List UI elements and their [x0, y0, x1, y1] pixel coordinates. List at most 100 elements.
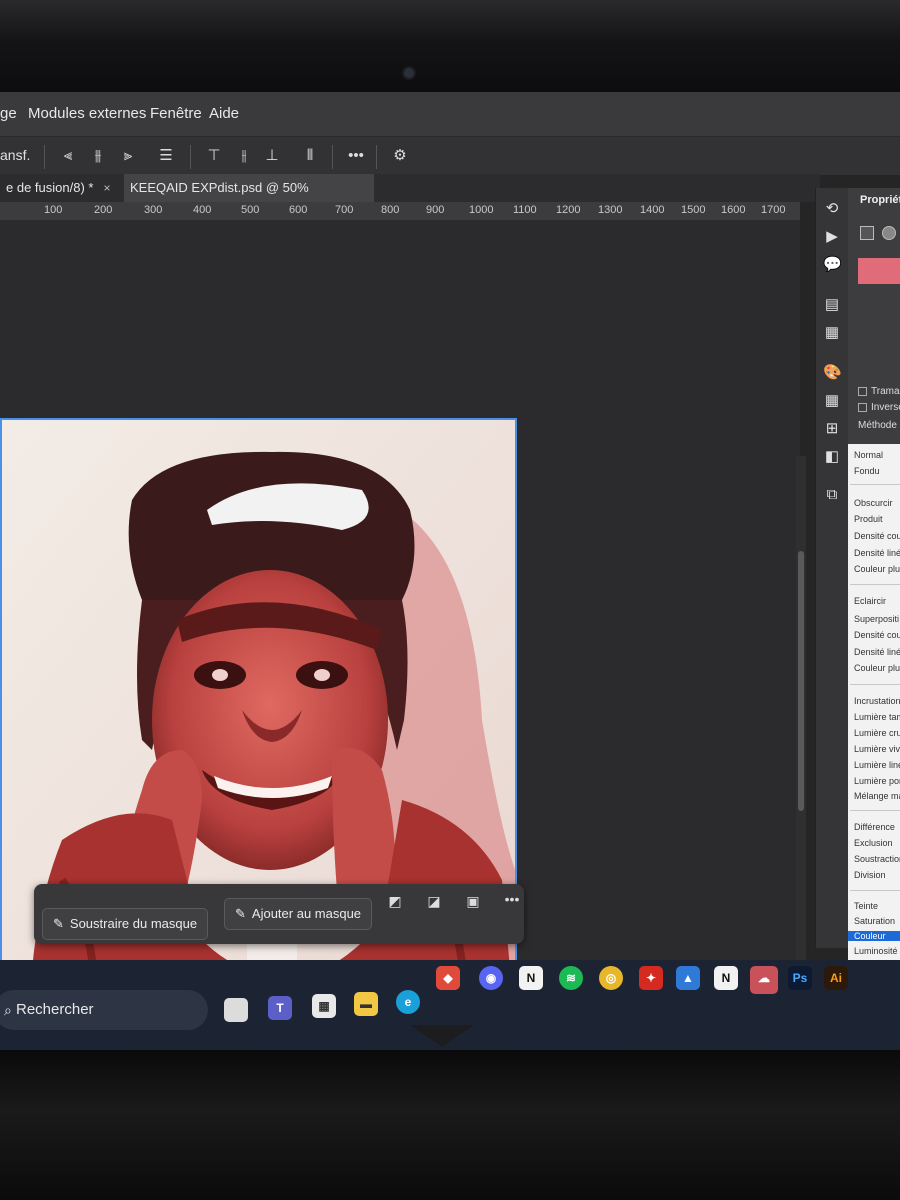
checkbox-invert[interactable]: Inverse	[858, 402, 900, 413]
divider	[850, 810, 900, 811]
gear-icon[interactable]: ⚙	[390, 146, 410, 166]
align-center-h-icon[interactable]: ⫵	[88, 146, 108, 166]
menu-item-help[interactable]: Aide	[209, 105, 239, 122]
mask-invert-icon[interactable]: ◩	[386, 892, 404, 910]
mask-pixel-icon[interactable]	[860, 226, 874, 240]
notion-icon-2[interactable]: N	[714, 966, 738, 990]
blend-mode-item[interactable]: Incrustation	[854, 696, 900, 706]
blend-mode-item[interactable]: Densité coul	[854, 630, 900, 640]
comment-icon[interactable]: 💬	[823, 256, 842, 274]
align-bottom-icon[interactable]: ⊥	[262, 146, 282, 166]
photos-icon[interactable]: ▲	[676, 966, 700, 990]
close-icon[interactable]: ×	[103, 181, 110, 195]
blend-mode-item[interactable]: Saturation	[854, 916, 895, 926]
menu-item-partial[interactable]: ge	[0, 105, 17, 122]
ruler-tick: 1000	[469, 204, 494, 216]
ruler-tick: 1300	[598, 204, 623, 216]
ruler-tick: 1600	[721, 204, 746, 216]
blend-mode-item[interactable]: Lumière tam	[854, 712, 900, 722]
teams-icon[interactable]: T	[268, 996, 292, 1020]
blend-mode-item[interactable]: Mélange ma	[854, 791, 900, 801]
distribute-v-icon[interactable]: ⫴	[300, 146, 320, 166]
color-swatch[interactable]	[858, 258, 900, 284]
checkbox-label: Inverse	[871, 402, 900, 413]
layers-icon[interactable]: ⧉	[823, 486, 841, 504]
edge-icon[interactable]: e	[396, 990, 420, 1014]
task-view-icon[interactable]	[224, 998, 248, 1022]
chrome-icon[interactable]: ◎	[599, 966, 623, 990]
blend-mode-item[interactable]: Fondu	[854, 466, 880, 476]
icloud-icon[interactable]: ☁	[750, 966, 778, 994]
blend-mode-item[interactable]: Lumière vive	[854, 744, 900, 754]
add-to-mask-button[interactable]: ✎ Ajouter au masque	[224, 898, 373, 930]
more-options-icon[interactable]: •••	[500, 890, 524, 908]
document-image[interactable]	[0, 418, 517, 1050]
blend-mode-item[interactable]: Densité cou	[854, 531, 900, 541]
screen: ge Modules externes Fenêtre Aide ansf. ⫷…	[0, 92, 900, 1050]
align-top-icon[interactable]: ⊤	[204, 146, 224, 166]
blend-mode-item[interactable]: Superpositi	[854, 614, 899, 624]
notion-icon[interactable]: N	[519, 966, 543, 990]
illustrator-icon[interactable]: Ai	[824, 966, 848, 990]
webcam-lens	[404, 68, 414, 78]
tab-keeqaid-psd[interactable]: KEEQAID EXPdist.psd @ 50% (RVB/8)×	[124, 174, 374, 223]
divider	[850, 684, 900, 685]
blend-mode-item[interactable]: Division	[854, 870, 886, 880]
ruler-tick: 1200	[556, 204, 581, 216]
gradient-icon[interactable]: ◧	[823, 448, 841, 466]
blend-mode-item[interactable]: Lumière pon	[854, 776, 900, 786]
checkbox-dither[interactable]: Tramag	[858, 386, 900, 397]
blend-mode-item[interactable]: Densité liné	[854, 548, 900, 558]
taskbar-search[interactable]: ⌕ Rechercher	[0, 990, 208, 1030]
ruler-tick: 1100	[513, 204, 537, 216]
blend-mode-item[interactable]: Exclusion	[854, 838, 893, 848]
library-icon[interactable]: ▤	[823, 296, 841, 314]
transform-label[interactable]: ansf.	[0, 147, 30, 163]
panel-title: Propriété	[860, 194, 900, 206]
color-palette-icon[interactable]: 🎨	[823, 364, 842, 382]
blend-mode-item[interactable]: Obscurcir	[854, 498, 893, 508]
mask-settings-icon[interactable]: ▣	[464, 892, 482, 910]
tab-fusion-doc[interactable]: e de fusion/8) * ×	[0, 174, 118, 202]
figma-icon[interactable]: ◆	[436, 966, 460, 990]
blend-mode-item-selected[interactable]: Couleur	[848, 931, 900, 941]
mask-fill-icon[interactable]: ◪	[425, 892, 443, 910]
align-middle-v-icon[interactable]: ⫲	[234, 146, 254, 166]
blend-mode-item[interactable]: Soustraction	[854, 854, 900, 864]
mask-vector-icon[interactable]	[882, 226, 896, 240]
acrobat-icon[interactable]: ✦	[639, 966, 663, 990]
spotify-icon[interactable]: ≋	[559, 966, 583, 990]
blend-mode-item[interactable]: Lumière liné	[854, 760, 900, 770]
blend-mode-item[interactable]: Eclaircir	[854, 596, 886, 606]
blend-mode-item[interactable]: Teinte	[854, 901, 878, 911]
more-options-icon[interactable]: •••	[344, 146, 368, 166]
menu-item-window[interactable]: Fenêtre	[150, 105, 202, 122]
align-left-icon[interactable]: ⫷	[58, 146, 78, 166]
divider	[850, 890, 900, 891]
store-icon[interactable]: ▦	[312, 994, 336, 1018]
blend-mode-item[interactable]: Normal	[854, 450, 883, 460]
history-icon[interactable]: ⟲	[823, 200, 841, 218]
notes-icon[interactable]: ▦	[823, 324, 841, 342]
button-label: Ajouter au masque	[251, 906, 362, 921]
blend-mode-item[interactable]: Luminosité	[854, 946, 898, 956]
blend-mode-item[interactable]: Densité linéa	[854, 647, 900, 657]
ruler-tick: 100	[44, 204, 63, 216]
blend-mode-item[interactable]: Couleur plu	[854, 564, 900, 574]
align-right-icon[interactable]: ⫸	[118, 146, 138, 166]
subtract-from-mask-button[interactable]: ✎ Soustraire du masque	[42, 908, 209, 940]
blend-mode-item[interactable]: Lumière cru	[854, 728, 900, 738]
patterns-icon[interactable]: ⊞	[823, 420, 841, 438]
blend-mode-item[interactable]: Différence	[854, 822, 895, 832]
scrollbar-thumb[interactable]	[798, 551, 804, 811]
photoshop-icon[interactable]: Ps	[788, 966, 812, 990]
blend-mode-item[interactable]: Couleur plus	[854, 663, 900, 673]
laptop-bezel-bottom	[0, 1050, 900, 1200]
play-actions-icon[interactable]: ▶	[823, 228, 841, 246]
blend-mode-item[interactable]: Produit	[854, 514, 883, 524]
file-explorer-icon[interactable]: ▬	[354, 992, 378, 1016]
menu-item-plugins[interactable]: Modules externes	[28, 105, 146, 122]
discord-icon[interactable]: ◉	[479, 966, 503, 990]
distribute-icon[interactable]: ☰	[156, 146, 176, 166]
swatches-icon[interactable]: ▦	[823, 392, 841, 410]
